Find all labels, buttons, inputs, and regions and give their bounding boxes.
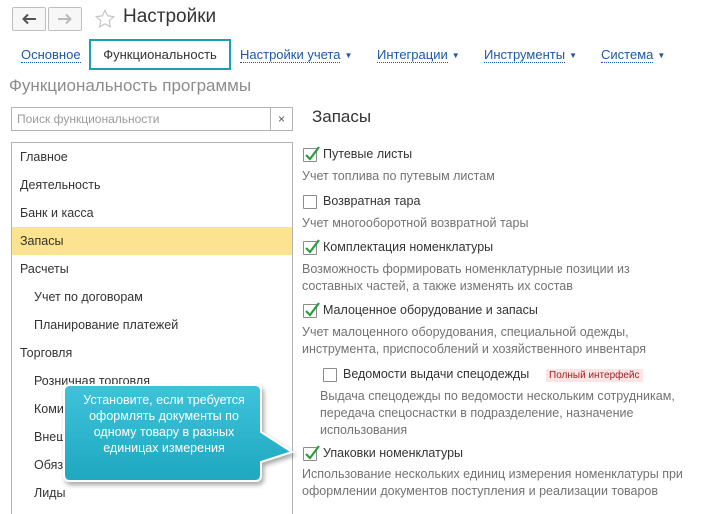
check-icon [305, 302, 320, 317]
option-description: Использование нескольких единиц измерени… [302, 467, 683, 498]
checkbox-malotsennoe-oborudovanie[interactable] [303, 302, 320, 318]
option-description: Возможность формировать номенклатурные п… [302, 262, 630, 293]
clear-icon[interactable]: × [270, 108, 292, 130]
list-item-deyatelnost[interactable]: Деятельность [12, 171, 292, 199]
forward-button[interactable] [48, 7, 82, 31]
option-description: Выдача спецодежды по ведомости нескольки… [320, 389, 675, 437]
option-description: Учет многооборотной возвратной тары [302, 216, 529, 230]
triangle-down-icon: ▼ [451, 50, 460, 60]
option-label[interactable]: Ведомости выдачи спецодежды [343, 367, 529, 381]
panel-title: Запасы [312, 107, 372, 126]
check-icon [305, 445, 320, 460]
search-input[interactable] [12, 108, 270, 130]
option-label[interactable]: Комплектация номенклатуры [323, 240, 493, 254]
tab-instrumenty[interactable]: Инструменты ▼ [484, 44, 577, 66]
list-item-raschety[interactable]: Расчеты [12, 255, 292, 283]
interface-badge: Полный интерфейс [546, 369, 643, 382]
option-label[interactable]: Упаковки номенклатуры [323, 446, 463, 460]
triangle-down-icon: ▼ [569, 50, 577, 60]
tab-nastroiki-ucheta[interactable]: Настройки учета ▼ [240, 44, 352, 66]
back-button[interactable] [12, 7, 46, 31]
list-item-glavnoe[interactable]: Главное [12, 143, 292, 171]
triangle-down-icon: ▼ [344, 50, 353, 60]
check-icon [305, 239, 320, 254]
tab-integratsii[interactable]: Интеграции ▼ [377, 44, 460, 66]
list-item-torgovlya[interactable]: Торговля [12, 339, 292, 367]
option-label[interactable]: Путевые листы [323, 147, 412, 161]
option-description: Учет малоценного оборудования, специальн… [302, 325, 647, 356]
list-item-roznichnaya-torgovlya[interactable]: Розничная торговля [12, 367, 292, 395]
triangle-down-icon: ▼ [657, 50, 666, 60]
tab-osnovnoe[interactable]: Основное [21, 44, 81, 66]
window-title: Настройки [123, 6, 217, 27]
checkbox-upakovki-nomenklatury[interactable] [303, 445, 320, 461]
functionality-list: Главное Деятельность Банк и касса Запасы… [11, 142, 293, 514]
checkbox-komplektatsiya[interactable] [303, 239, 320, 255]
checkbox-vedomosti-spetsodezhdy[interactable] [323, 368, 337, 382]
option-label[interactable]: Малоценное оборудование и запасы [323, 303, 538, 317]
check-icon [305, 146, 320, 161]
star-icon[interactable] [94, 8, 116, 30]
list-item-uchet-po-dogovoram[interactable]: Учет по договорам [12, 283, 292, 311]
list-item-zapasy[interactable]: Запасы [12, 227, 292, 255]
option-description: Учет топлива по путевым листам [302, 169, 495, 183]
list-item-bank-i-kassa[interactable]: Банк и касса [12, 199, 292, 227]
callout-text: Установите, если требуется оформлять док… [83, 393, 245, 455]
list-item-planirovanie-platezhei[interactable]: Планирование платежей [12, 311, 292, 339]
tab-funktsionalnost[interactable]: Функциональность [89, 39, 231, 70]
list-item-lidy[interactable]: Лиды [12, 479, 292, 507]
option-label[interactable]: Возвратная тара [323, 194, 420, 208]
tab-sistema[interactable]: Система ▼ [601, 44, 665, 66]
section-title: Функциональность программы [9, 76, 252, 95]
checkbox-putevye-listy[interactable] [303, 146, 320, 162]
checkbox-vozvratnaya-tara[interactable] [303, 195, 317, 209]
search-box: × [11, 107, 293, 131]
arrow-right-icon [58, 13, 72, 25]
arrow-left-icon [22, 13, 36, 25]
